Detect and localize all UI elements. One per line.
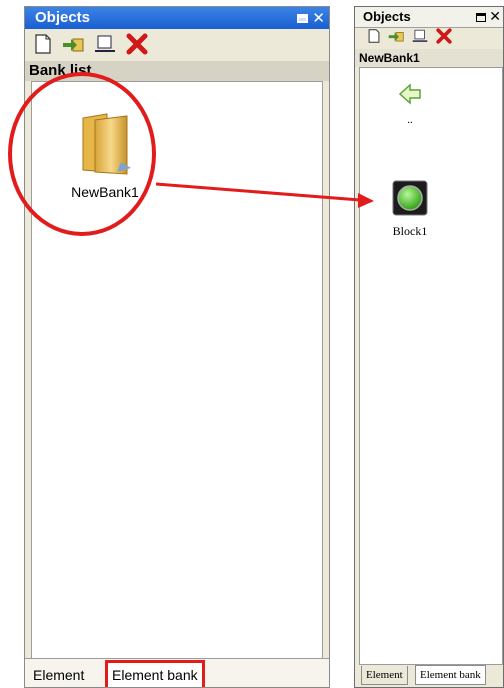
panel-title: Objects — [35, 9, 91, 26]
element-list: .. Block1 — [359, 67, 503, 665]
close-icon[interactable]: ✕ — [312, 9, 325, 27]
minimize-icon[interactable] — [297, 13, 309, 23]
minimize-icon[interactable] — [476, 12, 487, 22]
import-icon[interactable] — [387, 28, 405, 48]
import-icon[interactable] — [61, 33, 85, 59]
block-label: Block1 — [392, 224, 428, 238]
up-label: .. — [407, 114, 413, 126]
tab-element-bank[interactable]: Element bank — [105, 660, 205, 687]
rename-icon[interactable] — [411, 28, 429, 48]
new-document-icon[interactable] — [367, 28, 381, 48]
objects-panel-right: Objects ✕ NewBank1 .. Block1 Element Ele… — [354, 6, 504, 688]
close-icon[interactable]: ✕ — [489, 9, 501, 25]
panel-title: Objects — [363, 9, 411, 24]
tab-bar: Element Element bank — [25, 658, 329, 687]
tab-element-bank[interactable]: Element bank — [415, 665, 486, 685]
panel-title-bar: Objects ✕ — [355, 7, 503, 28]
highlight-circle — [8, 72, 156, 236]
rename-icon[interactable] — [93, 33, 117, 59]
toolbar — [33, 31, 149, 61]
panel-title-bar: Objects ✕ — [25, 7, 329, 29]
tab-element[interactable]: Element — [361, 666, 408, 685]
up-item[interactable]: .. — [392, 82, 428, 126]
block-item[interactable]: Block1 — [380, 180, 440, 239]
window-buttons: ✕ — [476, 7, 501, 27]
delete-icon[interactable] — [435, 28, 453, 48]
green-lamp-icon — [392, 180, 428, 220]
section-label: NewBank1 — [355, 49, 503, 67]
toolbar — [367, 27, 453, 49]
tab-element[interactable]: Element — [29, 663, 88, 687]
back-arrow-icon — [398, 83, 422, 110]
new-document-icon[interactable] — [33, 33, 53, 59]
window-buttons: ✕ — [297, 9, 325, 27]
delete-icon[interactable] — [125, 33, 149, 59]
tab-bar: Element Element bank — [355, 665, 503, 687]
